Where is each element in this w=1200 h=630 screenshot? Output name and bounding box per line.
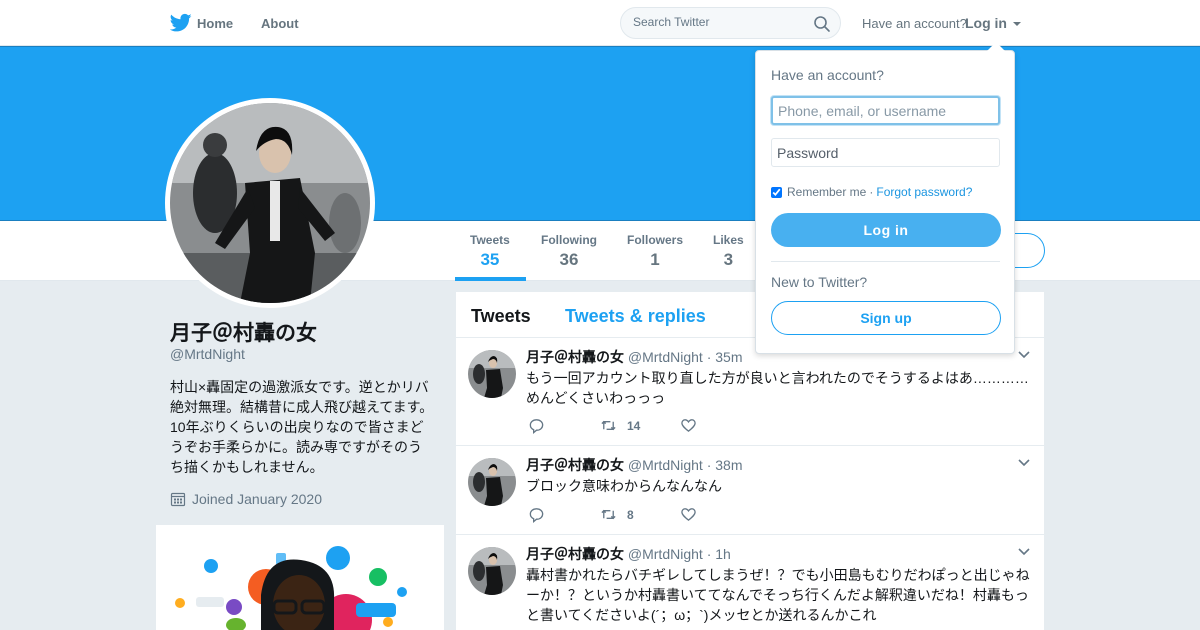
stat-value: 3 bbox=[723, 250, 734, 269]
reply-icon bbox=[529, 419, 544, 434]
tweet-header: 月子＠村轟の女 @MrtdNight · 35m bbox=[526, 347, 742, 367]
tweet-author-name[interactable]: 月子＠村轟の女 bbox=[526, 349, 624, 365]
tweet-separator: · bbox=[706, 349, 712, 365]
search-box[interactable] bbox=[620, 7, 841, 39]
caret-down-icon bbox=[1012, 22, 1021, 27]
reply-button[interactable] bbox=[528, 506, 600, 523]
stat-likes[interactable]: Likes 3 bbox=[713, 233, 744, 270]
stat-label: Likes bbox=[713, 233, 744, 247]
profile-avatar[interactable] bbox=[170, 103, 370, 303]
tweet-author-name[interactable]: 月子＠村轟の女 bbox=[526, 457, 624, 473]
like-button[interactable] bbox=[680, 506, 697, 523]
tweet-actions: 8 bbox=[528, 506, 697, 523]
joined-text: Joined January 2020 bbox=[192, 491, 322, 507]
login-dropdown-title: Have an account? bbox=[771, 67, 884, 83]
login-button[interactable]: Log in bbox=[771, 213, 1001, 247]
reply-icon bbox=[529, 508, 544, 523]
tweet-avatar[interactable] bbox=[468, 547, 516, 595]
dropdown-divider bbox=[771, 261, 1000, 262]
profile-handle[interactable]: @MrtdNight bbox=[170, 346, 245, 362]
tweet-header: 月子＠村轟の女 @MrtdNight · 38m bbox=[526, 455, 742, 475]
search-icon[interactable] bbox=[813, 15, 831, 33]
tweet[interactable]: 月子＠村轟の女 @MrtdNight · 35m もう一回アカウント取り直した方… bbox=[456, 338, 1044, 446]
password-field[interactable] bbox=[771, 138, 1000, 167]
top-navigation: Home About Have an account? Log in bbox=[0, 0, 1200, 46]
tweet-text: 轟村書かれたらバチギレしてしまうぜ！？でも小田島もむりだわぽっと出じゃねーか！？… bbox=[526, 567, 1030, 623]
stat-following[interactable]: Following 36 bbox=[541, 233, 597, 270]
tweet-separator: · bbox=[706, 546, 712, 562]
username-field[interactable] bbox=[771, 96, 1000, 125]
remember-separator: · bbox=[869, 185, 874, 199]
heart-icon bbox=[681, 508, 696, 522]
tab-tweets[interactable]: Tweets bbox=[471, 306, 531, 327]
tweet[interactable]: 月子＠村轟の女 @MrtdNight · 1h 轟村書かれたらバチギレしてしまう… bbox=[456, 535, 1044, 630]
chevron-down-icon[interactable] bbox=[1018, 351, 1030, 359]
chevron-down-icon[interactable] bbox=[1018, 548, 1030, 556]
tab-tweets-and-replies[interactable]: Tweets & replies bbox=[565, 306, 706, 327]
like-button[interactable] bbox=[680, 417, 697, 434]
signup-button[interactable]: Sign up bbox=[771, 301, 1001, 335]
active-stat-underline bbox=[455, 277, 526, 281]
retweet-count: 8 bbox=[627, 507, 634, 522]
retweet-button[interactable]: 8 bbox=[600, 506, 680, 523]
tweet[interactable]: 月子＠村轟の女 @MrtdNight · 38m ブロック意味わからんなんなん … bbox=[456, 446, 1044, 535]
stat-value: 35 bbox=[480, 250, 500, 269]
heart-icon bbox=[681, 419, 696, 433]
stat-followers[interactable]: Followers 1 bbox=[627, 233, 683, 270]
retweet-count: 14 bbox=[627, 418, 641, 433]
calendar-icon bbox=[170, 492, 186, 507]
profile-bio: 村山×轟固定の過激派女です。逆とかリバ絶対無理。結構昔に成人飛び越えてます。10… bbox=[170, 379, 434, 475]
tweet-author-handle[interactable]: @MrtdNight bbox=[628, 349, 703, 365]
tweet-author-name[interactable]: 月子＠村轟の女 bbox=[526, 546, 624, 562]
search-input[interactable] bbox=[633, 15, 803, 29]
tweet-timestamp[interactable]: 38m bbox=[715, 457, 742, 473]
tweet-header: 月子＠村轟の女 @MrtdNight · 1h bbox=[526, 544, 731, 564]
retweet-icon bbox=[601, 420, 616, 431]
profile-name[interactable]: 月子＠村轟の女 bbox=[170, 317, 317, 347]
forgot-password-link[interactable]: Forgot password? bbox=[876, 185, 972, 199]
stat-value: 36 bbox=[559, 250, 579, 269]
promo-illustration bbox=[175, 546, 407, 630]
remember-me[interactable]: Remember me · Forgot password? bbox=[771, 185, 972, 199]
tweet-text: ブロック意味わからんなんなん bbox=[526, 478, 722, 494]
login-dropdown-toggle[interactable]: Log in bbox=[965, 15, 1021, 31]
login-dropdown: Have an account? Remember me · Forgot pa… bbox=[755, 42, 1015, 354]
tweet-text: もう一回アカウント取り直した方が良いと言われたのでそうするよはあ…………めんどく… bbox=[526, 370, 1029, 406]
tweet-timestamp[interactable]: 35m bbox=[715, 349, 742, 365]
tweet-separator: · bbox=[706, 457, 712, 473]
have-account-text: Have an account? bbox=[862, 16, 967, 31]
dropdown-arrow bbox=[987, 42, 1005, 51]
promo-illustration-card bbox=[156, 525, 444, 630]
retweet-icon bbox=[601, 509, 616, 520]
tweet-timestamp[interactable]: 1h bbox=[715, 546, 731, 562]
tweet-avatar[interactable] bbox=[468, 458, 516, 506]
stat-tweets[interactable]: Tweets 35 bbox=[470, 233, 510, 270]
stat-label: Tweets bbox=[470, 233, 510, 247]
tweet-author-handle[interactable]: @MrtdNight bbox=[628, 457, 703, 473]
stat-label: Followers bbox=[627, 233, 684, 247]
tweet-avatar[interactable] bbox=[468, 350, 516, 398]
retweet-button[interactable]: 14 bbox=[600, 417, 680, 434]
profile-avatar-frame bbox=[165, 98, 375, 308]
remember-me-checkbox[interactable] bbox=[771, 186, 782, 198]
twitter-bird-icon[interactable] bbox=[170, 13, 192, 33]
tweet-author-handle[interactable]: @MrtdNight bbox=[628, 546, 703, 562]
login-toggle-label: Log in bbox=[965, 15, 1007, 31]
tweet-actions: 14 bbox=[528, 417, 697, 434]
reply-button[interactable] bbox=[528, 417, 600, 434]
stat-label: Following bbox=[541, 233, 597, 247]
nav-home-link[interactable]: Home bbox=[197, 16, 233, 31]
nav-about-link[interactable]: About bbox=[261, 16, 299, 31]
stat-value: 1 bbox=[650, 250, 660, 269]
remember-me-label: Remember me bbox=[787, 185, 867, 199]
joined-date: Joined January 2020 bbox=[170, 491, 322, 507]
new-to-twitter-text: New to Twitter? bbox=[771, 274, 868, 290]
chevron-down-icon[interactable] bbox=[1018, 459, 1030, 467]
